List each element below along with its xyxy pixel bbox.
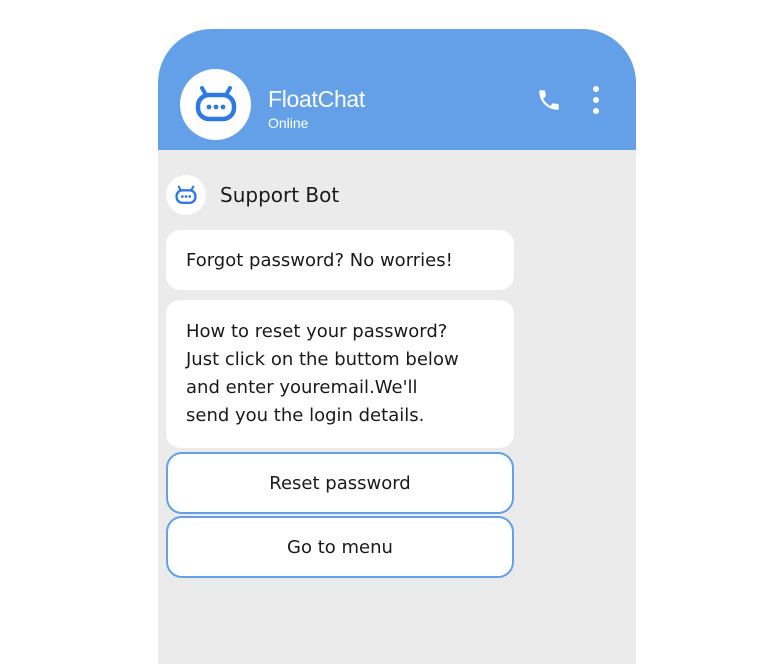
online-status: Online	[268, 115, 309, 131]
more-vertical-icon	[593, 86, 599, 114]
bot-avatar-small	[166, 175, 206, 215]
bot-name: Support Bot	[220, 183, 340, 207]
message-text: Forgot password? No worries!	[186, 249, 453, 271]
call-button[interactable]	[536, 87, 562, 113]
message-bubble: Forgot password? No worries!	[166, 230, 514, 290]
reset-password-button[interactable]: Reset password	[166, 452, 514, 514]
message-bubble: How to reset your password? Just click o…	[166, 300, 514, 448]
go-to-menu-button[interactable]: Go to menu	[166, 516, 514, 578]
bot-logo-icon	[195, 85, 236, 121]
app-title: FloatChat	[268, 86, 366, 112]
more-options-button[interactable]	[588, 84, 604, 116]
bot-logo-icon	[175, 185, 197, 204]
phone-icon	[539, 90, 559, 110]
bot-sender-row: Support Bot	[166, 175, 339, 215]
bot-avatar	[180, 69, 251, 140]
chat-widget: FloatChat Online Support Bot Forgot pass…	[158, 29, 636, 664]
chat-header: FloatChat Online	[158, 29, 636, 150]
